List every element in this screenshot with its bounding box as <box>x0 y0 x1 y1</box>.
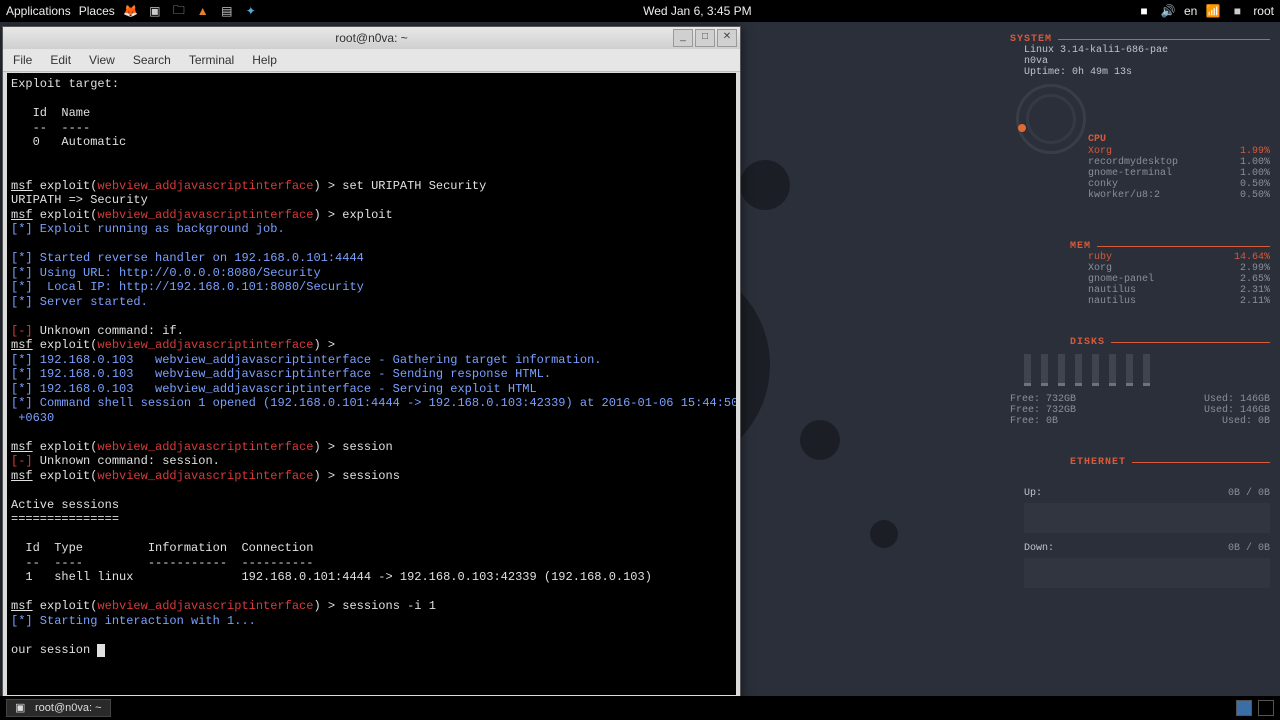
cpu-proc: conky <box>1088 179 1118 190</box>
terminal-input[interactable]: our session <box>11 643 97 657</box>
leafpad-icon[interactable]: ▤ <box>219 3 235 19</box>
top-panel: Applications Places 🦊 ▣ 🗀 ▲ ▤ ✦ Wed Jan … <box>0 0 1280 22</box>
window-maximize-button[interactable]: □ <box>695 29 715 47</box>
conky-cpu-header: CPU <box>1088 134 1106 145</box>
mem-proc: ruby <box>1088 252 1112 263</box>
user-menu[interactable]: root <box>1253 4 1274 18</box>
terminal-icon[interactable]: ▣ <box>147 3 163 19</box>
menu-edit[interactable]: Edit <box>50 53 71 67</box>
menu-file[interactable]: File <box>13 53 32 67</box>
kernel-text: Linux 3.14-kali1-686-pae <box>1024 45 1270 56</box>
terminal-window: root@n0va: ~ _ □ ✕ File Edit View Search… <box>2 26 741 700</box>
conky-disks-header: DISKS <box>1070 337 1105 348</box>
net-up-graph <box>1024 503 1270 533</box>
network-icon[interactable]: 📶 <box>1205 3 1221 19</box>
uptime-text: Uptime: 0h 49m 13s <box>1024 67 1270 78</box>
user-icon: ■ <box>1229 3 1245 19</box>
bottom-taskbar: ▣ root@n0va: ~ <box>0 696 1280 720</box>
window-close-button[interactable]: ✕ <box>717 29 737 47</box>
conky-system-header: SYSTEM <box>1010 34 1052 45</box>
taskbar-entry-terminal[interactable]: ▣ root@n0va: ~ <box>6 699 111 717</box>
workspace-1[interactable] <box>1236 700 1252 716</box>
xchat-icon[interactable]: ✦ <box>243 3 259 19</box>
wallpaper-splat <box>870 520 898 548</box>
applications-menu[interactable]: Applications <box>6 4 71 18</box>
volume-icon[interactable]: 🔊 <box>1160 3 1176 19</box>
net-down-label: Down: <box>1024 543 1054 554</box>
net-down-value: 0B / 0B <box>1228 543 1270 554</box>
window-minimize-button[interactable]: _ <box>673 29 693 47</box>
disk-free: Free: 732GB <box>1010 405 1076 416</box>
cpu-proc: recordmydesktop <box>1088 157 1178 168</box>
terminal-menubar: File Edit View Search Terminal Help <box>3 49 740 72</box>
mem-proc: nautilus <box>1088 296 1136 307</box>
files-icon[interactable]: 🗀 <box>171 3 187 19</box>
cpu-proc: kworker/u8:2 <box>1088 190 1160 201</box>
clock[interactable]: Wed Jan 6, 3:45 PM <box>265 4 1130 18</box>
vlc-icon[interactable]: ▲ <box>195 3 211 19</box>
mem-proc: Xorg <box>1088 263 1112 274</box>
mem-proc: nautilus <box>1088 285 1136 296</box>
mem-proc: gnome-panel <box>1088 274 1154 285</box>
disk-bars <box>1024 354 1270 386</box>
net-up-label: Up: <box>1024 488 1042 499</box>
iceweasel-icon[interactable]: 🦊 <box>123 3 139 19</box>
menu-terminal[interactable]: Terminal <box>189 53 234 67</box>
net-up-value: 0B / 0B <box>1228 488 1270 499</box>
disk-used: Used: 0B <box>1222 416 1270 427</box>
conky-mem-header: MEM <box>1070 241 1091 252</box>
menu-search[interactable]: Search <box>133 53 171 67</box>
system-monitor-widget: SYSTEM Linux 3.14-kali1-686-pae n0va Upt… <box>1010 24 1270 592</box>
hostname-text: n0va <box>1024 56 1270 67</box>
terminal-icon: ▣ <box>15 701 29 715</box>
conky-ethernet-header: ETHERNET <box>1070 457 1126 468</box>
cpu-proc: gnome-terminal <box>1088 168 1172 179</box>
keyboard-layout[interactable]: en <box>1184 4 1197 18</box>
window-title: root@n0va: ~ <box>335 31 408 45</box>
cpu-ring-gauge <box>1016 84 1086 154</box>
taskbar-entry-label: root@n0va: ~ <box>35 702 102 714</box>
wallpaper-splat <box>740 160 790 210</box>
disk-free: Free: 0B <box>1010 416 1058 427</box>
menu-view[interactable]: View <box>89 53 115 67</box>
record-indicator-icon[interactable]: ■ <box>1136 3 1152 19</box>
net-down-graph <box>1024 558 1270 588</box>
workspace-2[interactable] <box>1258 700 1274 716</box>
cursor-icon <box>97 644 105 657</box>
disk-used: Used: 146GB <box>1204 394 1270 405</box>
wallpaper-splat <box>800 420 840 460</box>
menu-help[interactable]: Help <box>252 53 277 67</box>
places-menu[interactable]: Places <box>79 4 115 18</box>
disk-free: Free: 732GB <box>1010 394 1076 405</box>
window-titlebar[interactable]: root@n0va: ~ _ □ ✕ <box>3 27 740 49</box>
terminal-output[interactable]: Exploit target: Id Name -- ---- 0 Automa… <box>7 73 736 695</box>
disk-used: Used: 146GB <box>1204 405 1270 416</box>
